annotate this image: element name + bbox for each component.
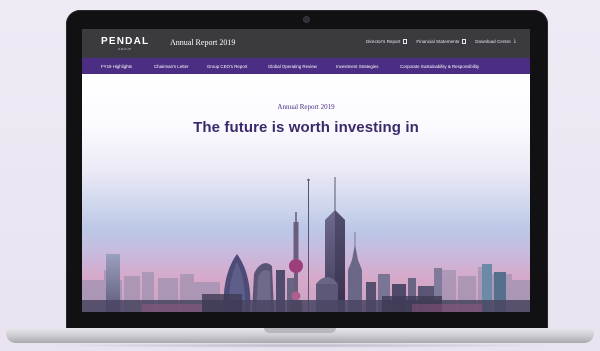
report-title: Annual Report 2019 [170, 38, 236, 47]
site-header: PENDAL GROUP Annual Report 2019 Director… [82, 29, 530, 58]
download-icon: ⤓ [513, 38, 516, 44]
laptop-screen: PENDAL GROUP Annual Report 2019 Director… [82, 29, 530, 312]
nav-item-sustainability[interactable]: Corporate Sustainability & Responsibilit… [400, 64, 479, 69]
document-icon [462, 39, 467, 44]
directors-report-label: Director's Report [366, 39, 401, 44]
webcam-icon [304, 17, 309, 22]
nav-item-chairmans-letter[interactable]: Chairman's Letter [154, 64, 189, 69]
header-links: Director's Report Financial Statements D… [366, 39, 516, 44]
nav-item-ceo-report[interactable]: Group CEO's Report [207, 64, 247, 69]
nav-item-highlights[interactable]: FY19 Highlights [101, 64, 132, 69]
laptop-shadow [40, 343, 560, 348]
hero-headline: The future is worth investing in [193, 119, 419, 136]
financial-statements-link[interactable]: Financial Statements [416, 39, 467, 44]
nav-item-global-operating-review[interactable]: Global Operating Review [268, 64, 317, 69]
financial-statements-label: Financial Statements [416, 39, 460, 44]
download-centre-label: Download Centre [475, 39, 511, 44]
download-centre-link[interactable]: Download Centre ⤓ [475, 38, 516, 45]
nav-item-investment-strategies[interactable]: Investment Strategies [336, 64, 378, 69]
pendal-logo[interactable]: PENDAL [101, 36, 149, 47]
logo-subtitle: GROUP [118, 47, 132, 51]
hero-banner: Annual Report 2019 The future is worth i… [82, 74, 530, 312]
hero-eyebrow: Annual Report 2019 [277, 103, 335, 111]
main-nav: FY19 Highlights Chairman's Letter Group … [82, 58, 530, 74]
directors-report-link[interactable]: Director's Report [366, 39, 408, 44]
laptop-base-notch [264, 328, 336, 333]
document-icon [403, 39, 408, 44]
